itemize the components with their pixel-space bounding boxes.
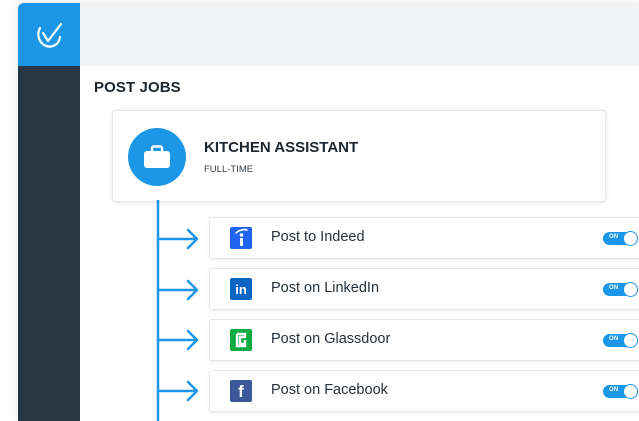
toggle-knob [623,384,638,399]
connector-arrow [158,279,199,301]
indeed-toggle[interactable]: ON [603,231,638,246]
toggle-knob [623,333,638,348]
post-option-label: Post on Glassdoor [271,331,391,347]
post-option-glassdoor[interactable]: Post on Glassdoor ON [209,319,639,361]
post-option-indeed[interactable]: Post to Indeed ON [209,217,639,259]
post-option-label: Post on LinkedIn [271,280,380,296]
post-option-linkedin[interactable]: in Post on LinkedIn ON [209,268,639,310]
connector-arrow [158,329,199,351]
facebook-toggle[interactable]: ON [603,384,638,399]
indeed-icon [230,227,252,249]
glassdoor-toggle[interactable]: ON [603,333,638,348]
linkedin-toggle[interactable]: ON [603,282,638,297]
post-option-label: Post to Indeed [271,229,365,245]
connector-arrow [158,228,199,250]
connector-arrow [158,380,199,402]
glassdoor-icon [230,329,252,351]
facebook-icon: f [230,380,252,402]
toggle-knob [623,231,638,246]
post-option-label: Post on Facebook [271,382,388,398]
linkedin-icon: in [230,278,252,300]
toggle-knob [623,282,638,297]
post-option-facebook[interactable]: f Post on Facebook ON [209,370,639,412]
